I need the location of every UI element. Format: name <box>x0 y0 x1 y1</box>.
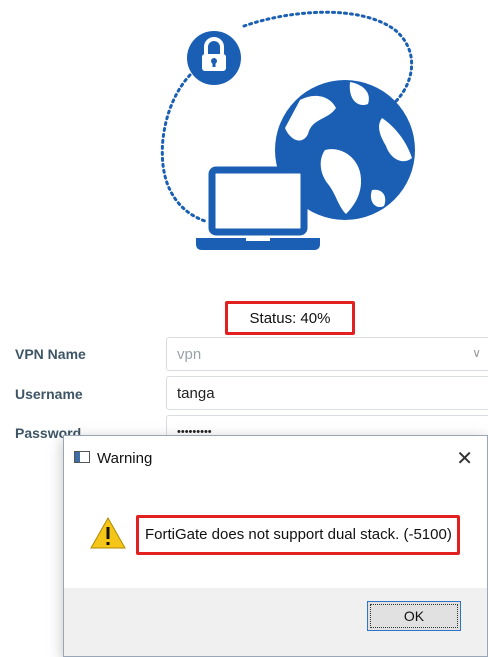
username-field[interactable]: tanga <box>166 376 488 410</box>
ok-button[interactable]: OK <box>367 601 461 631</box>
vpn-name-value: vpn <box>177 345 202 363</box>
username-value: tanga <box>177 384 215 402</box>
chevron-down-icon: ∨ <box>472 346 481 360</box>
username-label: Username <box>15 386 83 402</box>
window-icon <box>74 451 90 463</box>
warning-dialog: Warning ✕ FortiGate does not support dua… <box>63 435 488 657</box>
vpn-illustration <box>160 10 415 250</box>
vpn-name-select[interactable]: vpn ∨ <box>166 337 488 371</box>
close-icon[interactable]: ✕ <box>456 446 473 471</box>
message-highlight-box <box>136 515 460 555</box>
vpn-name-label: VPN Name <box>15 346 86 362</box>
dotted-orbit-lower <box>160 73 210 224</box>
dialog-title: Warning <box>97 450 153 467</box>
warning-icon <box>90 516 126 549</box>
status-highlight-box <box>225 301 355 335</box>
dialog-footer: OK <box>64 588 487 656</box>
dialog-titlebar[interactable]: Warning ✕ <box>64 436 487 482</box>
lock-icon <box>187 31 241 85</box>
dialog-body: FortiGate does not support dual stack. (… <box>64 482 487 590</box>
laptop-icon <box>196 166 320 250</box>
